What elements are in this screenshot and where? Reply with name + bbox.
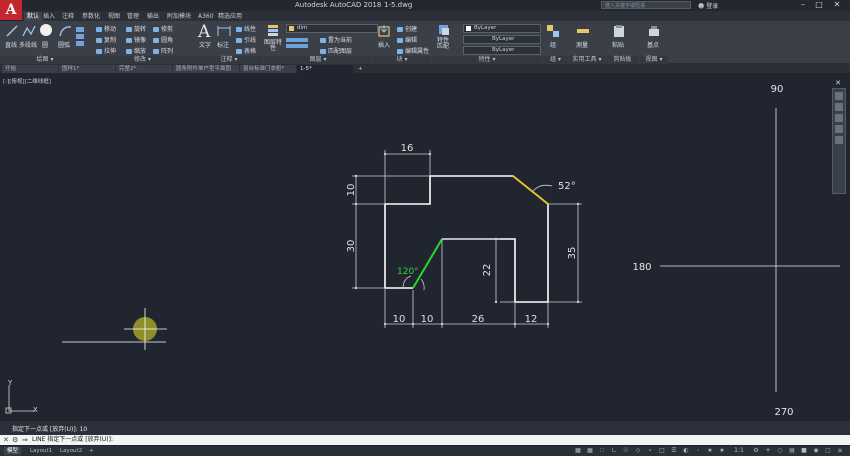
command-customize-icon[interactable]: ⚙ bbox=[12, 435, 18, 445]
add-layout-icon[interactable]: + bbox=[86, 447, 97, 455]
dim-text-slope-angle: 120° bbox=[397, 267, 419, 277]
tick bbox=[354, 202, 358, 206]
command-prompt-text[interactable]: LINE 指定下一点或 [放弃(U)]: bbox=[32, 435, 113, 445]
navigation-bar[interactable] bbox=[832, 88, 846, 194]
lock-ui-icon[interactable]: ■ bbox=[800, 447, 808, 454]
dim-text-chamfer-angle: 52° bbox=[558, 181, 576, 192]
compass-west-label[interactable]: 180 bbox=[632, 262, 651, 273]
command-prompt-icon: ⇒ bbox=[22, 436, 28, 444]
status-bar: 模型 Layout1 Layout2 + ▦ ▦ ∷ ∟ ☉ ◇ ∘ □ ☰ ◐… bbox=[0, 446, 850, 456]
orbit-icon[interactable] bbox=[835, 125, 843, 133]
layout-tab-layout1[interactable]: Layout1 bbox=[27, 447, 55, 455]
compass-north-label[interactable]: 90 bbox=[771, 84, 784, 95]
chamfer-line bbox=[512, 175, 549, 205]
model-space-icon[interactable]: ▦ bbox=[574, 447, 582, 454]
tick bbox=[494, 300, 498, 304]
grid-icon[interactable]: ▦ bbox=[586, 447, 594, 454]
layout-tab-model[interactable]: 模型 bbox=[4, 447, 22, 455]
object-snap-icon[interactable]: □ bbox=[658, 447, 666, 454]
showmotion-icon[interactable] bbox=[835, 136, 843, 144]
slope-line bbox=[412, 238, 443, 289]
isodraft-icon[interactable]: ◇ bbox=[634, 447, 642, 454]
annotation-scale[interactable]: 1:1 bbox=[732, 447, 746, 454]
tick bbox=[354, 174, 358, 178]
quick-properties-icon[interactable]: ▤ bbox=[788, 447, 796, 454]
dim-text-bottom-4: 12 bbox=[525, 314, 538, 325]
dim-text-bottom-3: 26 bbox=[472, 314, 485, 325]
ortho-icon[interactable]: ∟ bbox=[610, 447, 618, 454]
crosshair-cursor bbox=[62, 308, 167, 350]
ucs-icon bbox=[5, 385, 35, 414]
ucs-origin-box bbox=[5, 407, 12, 414]
polar-icon[interactable]: ☉ bbox=[622, 447, 630, 454]
tick bbox=[576, 202, 580, 206]
nav-wheel-icon[interactable] bbox=[835, 92, 843, 100]
angle-arc-120 bbox=[402, 275, 412, 288]
object-snap-tracking-icon[interactable]: ∘ bbox=[646, 447, 654, 454]
transparency-icon[interactable]: ◐ bbox=[682, 447, 690, 454]
tick bbox=[383, 152, 387, 156]
ucs-y-label: Y bbox=[7, 379, 13, 387]
tick bbox=[440, 322, 444, 326]
annotation-visibility-icon[interactable]: ★ bbox=[706, 447, 714, 454]
units-icon[interactable]: ○ bbox=[776, 447, 784, 454]
command-history: 指定下一点或 [放弃(U)]: 10 bbox=[0, 421, 850, 435]
command-close-icon[interactable]: ✕ bbox=[3, 435, 9, 445]
tick bbox=[383, 322, 387, 326]
clean-screen-icon[interactable]: ▢ bbox=[824, 447, 832, 454]
tick bbox=[494, 237, 498, 241]
command-line[interactable]: ✕ ⚙ ⇒ LINE 指定下一点或 [放弃(U)]: bbox=[0, 435, 850, 445]
ucs-axes bbox=[8, 385, 35, 412]
zoom-icon[interactable] bbox=[835, 114, 843, 122]
dim-text-left: 30 bbox=[346, 240, 357, 253]
workspace-gear-icon[interactable]: ⚙ bbox=[752, 447, 760, 454]
snap-icon[interactable]: ∷ bbox=[598, 447, 606, 454]
tick bbox=[411, 322, 415, 326]
tick bbox=[513, 322, 517, 326]
dim-text-bottom-2: 10 bbox=[421, 314, 434, 325]
dim-text-bottom-1: 10 bbox=[393, 314, 406, 325]
isolate-objects-icon[interactable]: ◉ bbox=[812, 447, 820, 454]
annotation-monitor-icon[interactable]: + bbox=[764, 447, 772, 454]
selection-cycling-icon[interactable]: ◦ bbox=[694, 447, 702, 454]
customization-icon[interactable]: ≡ bbox=[836, 447, 844, 454]
tick bbox=[428, 152, 432, 156]
close-viewport-icon[interactable]: ✕ bbox=[834, 79, 842, 87]
dim-text-top: 16 bbox=[401, 143, 414, 154]
layout-tab-layout2[interactable]: Layout2 bbox=[57, 447, 85, 455]
compass-south-label[interactable]: 270 bbox=[774, 407, 793, 418]
auto-scale-icon[interactable]: ★ bbox=[718, 447, 726, 454]
view-cube[interactable] bbox=[660, 108, 840, 392]
lineweight-icon[interactable]: ☰ bbox=[670, 447, 678, 454]
angle-arc-52 bbox=[532, 184, 553, 192]
ucs-x-label: X bbox=[33, 406, 38, 414]
tick bbox=[576, 300, 580, 304]
dim-text-left-top: 10 bbox=[346, 184, 357, 197]
pan-icon[interactable] bbox=[835, 103, 843, 111]
drawing-svg: 16 10 30 10 10 26 12 22 35 52° 120° 90 2… bbox=[5, 84, 840, 418]
dim-text-right: 35 bbox=[567, 247, 578, 260]
angle-arc-120b bbox=[420, 278, 425, 291]
tick bbox=[546, 322, 550, 326]
dim-text-inner: 22 bbox=[482, 264, 493, 277]
tick bbox=[354, 286, 358, 290]
command-history-text: 指定下一点或 [放弃(U)]: 10 bbox=[12, 426, 88, 433]
